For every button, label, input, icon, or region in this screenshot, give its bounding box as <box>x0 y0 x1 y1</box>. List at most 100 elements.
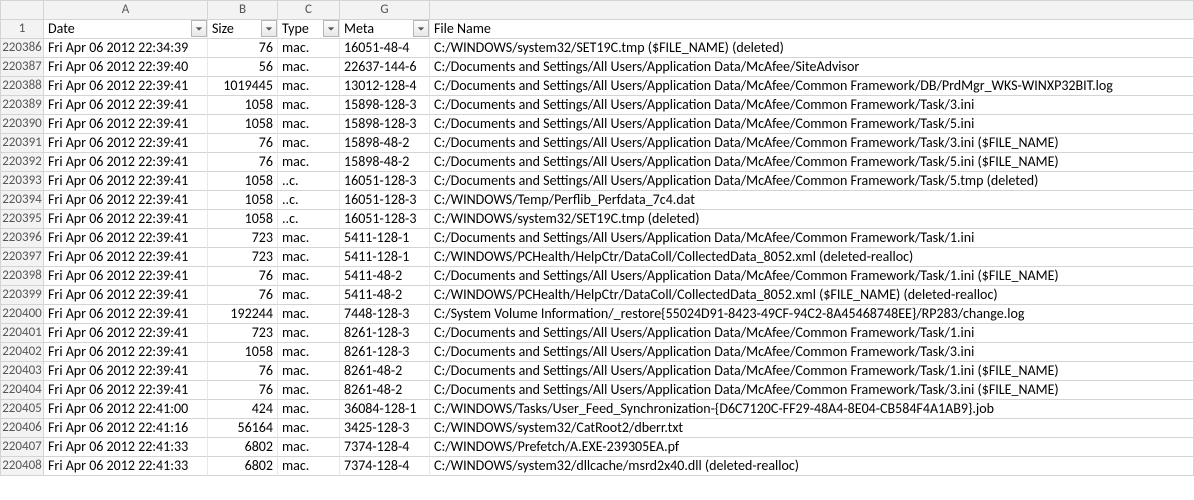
cell-meta[interactable]: 16051-128-3 <box>340 191 430 210</box>
cell-date[interactable]: Fri Apr 06 2012 22:39:41 <box>44 286 208 305</box>
cell-size[interactable]: 1019445 <box>208 77 278 96</box>
cell-size[interactable]: 1058 <box>208 210 278 229</box>
cell-type[interactable]: mac. <box>278 324 340 343</box>
cell-type[interactable]: mac. <box>278 343 340 362</box>
cell-size[interactable]: 76 <box>208 286 278 305</box>
cell-date[interactable]: Fri Apr 06 2012 22:41:33 <box>44 457 208 476</box>
cell-size[interactable]: 76 <box>208 39 278 58</box>
cell-date[interactable]: Fri Apr 06 2012 22:39:41 <box>44 134 208 153</box>
cell-meta[interactable]: 7374-128-4 <box>340 457 430 476</box>
cell-date[interactable]: Fri Apr 06 2012 22:39:41 <box>44 381 208 400</box>
cell-meta[interactable]: 5411-128-1 <box>340 229 430 248</box>
cell-filename[interactable]: C:/Documents and Settings/All Users/Appl… <box>430 172 1194 191</box>
column-field-header[interactable]: Meta <box>340 20 430 39</box>
row-number-header[interactable]: 220391 <box>0 134 44 153</box>
cell-filename[interactable]: C:/Documents and Settings/All Users/Appl… <box>430 153 1194 172</box>
cell-date[interactable]: Fri Apr 06 2012 22:39:41 <box>44 362 208 381</box>
cell-meta[interactable]: 16051-48-4 <box>340 39 430 58</box>
row-number-header[interactable]: 220395 <box>0 210 44 229</box>
cell-filename[interactable]: C:/System Volume Information/_restore{55… <box>430 305 1194 324</box>
cell-meta[interactable]: 15898-48-2 <box>340 134 430 153</box>
cell-size[interactable]: 76 <box>208 267 278 286</box>
cell-meta[interactable]: 8261-128-3 <box>340 324 430 343</box>
cell-meta[interactable]: 16051-128-3 <box>340 172 430 191</box>
column-field-header[interactable]: Date <box>44 20 208 39</box>
cell-date[interactable]: Fri Apr 06 2012 22:39:41 <box>44 115 208 134</box>
cell-meta[interactable]: 5411-48-2 <box>340 267 430 286</box>
column-field-header[interactable]: Size <box>208 20 278 39</box>
cell-date[interactable]: Fri Apr 06 2012 22:41:16 <box>44 419 208 438</box>
cell-type[interactable]: ..c. <box>278 172 340 191</box>
cell-size[interactable]: 723 <box>208 324 278 343</box>
cell-type[interactable]: mac. <box>278 362 340 381</box>
cell-filename[interactable]: C:/WINDOWS/Prefetch/A.EXE-239305EA.pf <box>430 438 1194 457</box>
cell-filename[interactable]: C:/WINDOWS/system32/dllcache/msrd2x40.dl… <box>430 457 1194 476</box>
cell-date[interactable]: Fri Apr 06 2012 22:39:41 <box>44 267 208 286</box>
column-field-header[interactable]: Type <box>278 20 340 39</box>
filter-dropdown-button[interactable] <box>261 20 277 37</box>
filter-dropdown-button[interactable] <box>323 20 339 37</box>
cell-type[interactable]: ..c. <box>278 191 340 210</box>
cell-type[interactable]: mac. <box>278 134 340 153</box>
row-number-header[interactable]: 1 <box>0 20 44 39</box>
cell-filename[interactable]: C:/Documents and Settings/All Users/Appl… <box>430 229 1194 248</box>
cell-meta[interactable]: 15898-128-3 <box>340 96 430 115</box>
cell-date[interactable]: Fri Apr 06 2012 22:41:33 <box>44 438 208 457</box>
cell-type[interactable]: mac. <box>278 39 340 58</box>
cell-type[interactable]: mac. <box>278 248 340 267</box>
cell-filename[interactable]: C:/Documents and Settings/All Users/Appl… <box>430 324 1194 343</box>
cell-meta[interactable]: 15898-128-3 <box>340 115 430 134</box>
cell-size[interactable]: 1058 <box>208 343 278 362</box>
row-number-header[interactable]: 220398 <box>0 267 44 286</box>
row-number-header[interactable]: 220396 <box>0 229 44 248</box>
cell-meta[interactable]: 22637-144-6 <box>340 58 430 77</box>
column-letter-header[interactable]: B <box>208 0 278 20</box>
cell-filename[interactable]: C:/WINDOWS/system32/SET19C.tmp ($FILE_NA… <box>430 39 1194 58</box>
cell-filename[interactable]: C:/Documents and Settings/All Users/Appl… <box>430 96 1194 115</box>
cell-size[interactable]: 1058 <box>208 96 278 115</box>
cell-size[interactable]: 76 <box>208 381 278 400</box>
cell-date[interactable]: Fri Apr 06 2012 22:39:41 <box>44 210 208 229</box>
row-number-header[interactable]: 220408 <box>0 457 44 476</box>
row-number-header[interactable]: 220393 <box>0 172 44 191</box>
cell-date[interactable]: Fri Apr 06 2012 22:39:41 <box>44 248 208 267</box>
cell-meta[interactable]: 13012-128-4 <box>340 77 430 96</box>
cell-date[interactable]: Fri Apr 06 2012 22:39:40 <box>44 58 208 77</box>
cell-size[interactable]: 723 <box>208 248 278 267</box>
cell-date[interactable]: Fri Apr 06 2012 22:34:39 <box>44 39 208 58</box>
column-letter-header[interactable]: A <box>44 0 208 20</box>
filter-dropdown-button[interactable] <box>413 20 429 37</box>
cell-date[interactable]: Fri Apr 06 2012 22:39:41 <box>44 96 208 115</box>
row-number-header[interactable]: 220390 <box>0 115 44 134</box>
filter-dropdown-button[interactable] <box>191 20 207 37</box>
cell-date[interactable]: Fri Apr 06 2012 22:39:41 <box>44 229 208 248</box>
cell-size[interactable]: 56 <box>208 58 278 77</box>
cell-filename[interactable]: C:/Documents and Settings/All Users/Appl… <box>430 267 1194 286</box>
cell-size[interactable]: 723 <box>208 229 278 248</box>
cell-date[interactable]: Fri Apr 06 2012 22:39:41 <box>44 343 208 362</box>
cell-date[interactable]: Fri Apr 06 2012 22:39:41 <box>44 77 208 96</box>
cell-date[interactable]: Fri Apr 06 2012 22:39:41 <box>44 172 208 191</box>
cell-date[interactable]: Fri Apr 06 2012 22:39:41 <box>44 153 208 172</box>
cell-date[interactable]: Fri Apr 06 2012 22:39:41 <box>44 191 208 210</box>
cell-filename[interactable]: C:/Documents and Settings/All Users/Appl… <box>430 58 1194 77</box>
cell-meta[interactable]: 8261-48-2 <box>340 362 430 381</box>
cell-type[interactable]: ..c. <box>278 210 340 229</box>
cell-meta[interactable]: 8261-128-3 <box>340 343 430 362</box>
cell-filename[interactable]: C:/WINDOWS/Tasks/User_Feed_Synchronizati… <box>430 400 1194 419</box>
cell-type[interactable]: mac. <box>278 438 340 457</box>
cell-type[interactable]: mac. <box>278 305 340 324</box>
column-letter-header[interactable] <box>430 0 1194 20</box>
cell-meta[interactable]: 5411-128-1 <box>340 248 430 267</box>
row-number-header[interactable]: 220406 <box>0 419 44 438</box>
row-number-header[interactable]: 220405 <box>0 400 44 419</box>
cell-filename[interactable]: C:/WINDOWS/system32/SET19C.tmp (deleted) <box>430 210 1194 229</box>
cell-meta[interactable]: 5411-48-2 <box>340 286 430 305</box>
cell-size[interactable]: 6802 <box>208 457 278 476</box>
cell-type[interactable]: mac. <box>278 381 340 400</box>
cell-meta[interactable]: 7448-128-3 <box>340 305 430 324</box>
row-number-header[interactable]: 220402 <box>0 343 44 362</box>
cell-meta[interactable]: 15898-48-2 <box>340 153 430 172</box>
cell-type[interactable]: mac. <box>278 58 340 77</box>
cell-type[interactable]: mac. <box>278 267 340 286</box>
